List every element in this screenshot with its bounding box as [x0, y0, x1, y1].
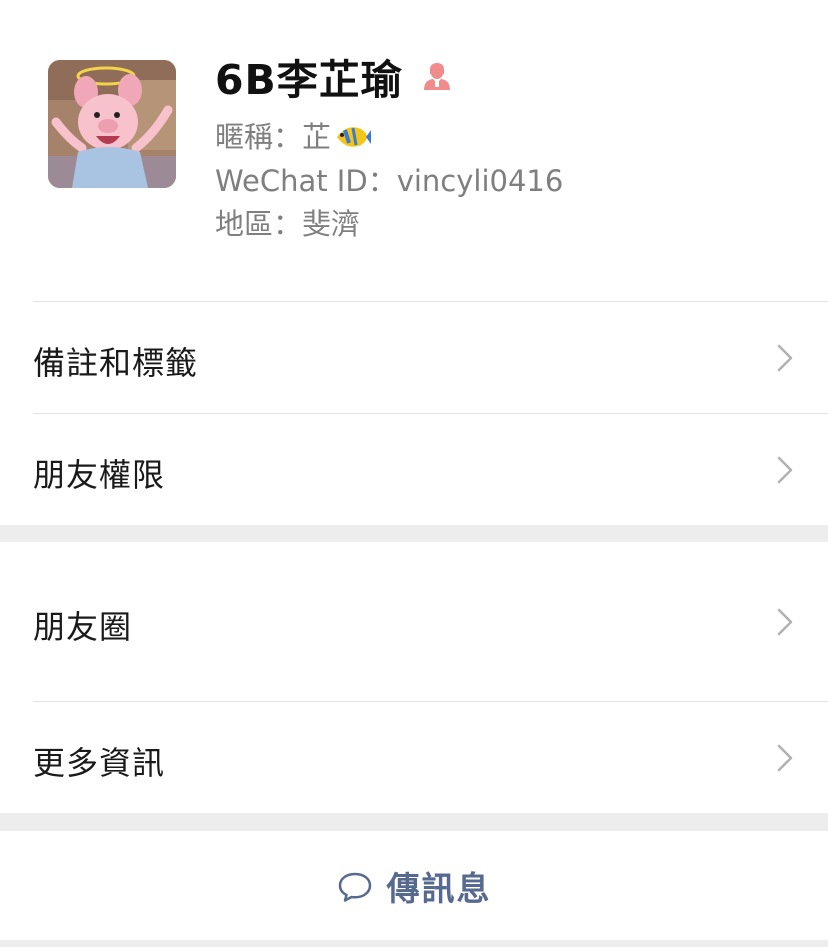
wechat-id-value: vincyli0416 [396, 164, 564, 198]
chat-bubble-icon [338, 872, 371, 902]
name-row: 6B李芷瑜 [215, 50, 453, 104]
region-line: 地區：斐濟 [215, 201, 360, 243]
tropical-fish-emoji [333, 121, 372, 160]
profile-header: 6B李芷瑜 暱稱：芷 WeChat ID：vincyli0416 地區：斐濟 [0, 0, 828, 302]
chevron-right-icon [777, 456, 793, 484]
region-label: 地區： [215, 207, 303, 241]
menu-label-more-info: 更多資訊 [33, 744, 166, 782]
nickname-line: 暱稱：芷 [215, 114, 372, 160]
menu-label-moments: 朋友圈 [33, 608, 133, 646]
contact-name: 6B李芷瑜 [215, 56, 403, 104]
chevron-right-icon [777, 744, 793, 772]
menu-row-friend-permissions[interactable]: 朋友權限 [0, 414, 828, 525]
send-message-button[interactable]: 傳訊息 [0, 831, 828, 940]
nickname-label: 暱稱： [215, 120, 303, 154]
avatar[interactable] [48, 60, 176, 188]
menu-row-remarks-tags[interactable]: 備註和標籤 [0, 302, 828, 413]
nickname-value: 芷 [302, 120, 332, 154]
menu-row-moments[interactable]: 朋友圈 [0, 542, 828, 701]
region-value: 斐濟 [302, 207, 361, 241]
avatar-image [48, 60, 176, 188]
settings-group-2: 朋友圈 更多資訊 [0, 542, 828, 813]
chevron-right-icon [777, 608, 793, 636]
wechat-id-label: WeChat ID： [215, 164, 397, 198]
menu-label-remarks-tags: 備註和標籤 [33, 344, 199, 382]
settings-group-1: 備註和標籤 朋友權限 [0, 302, 828, 525]
female-icon [421, 60, 453, 92]
send-message-label: 傳訊息 [386, 868, 492, 908]
menu-row-more-info[interactable]: 更多資訊 [0, 702, 828, 813]
wechat-id-line: WeChat ID：vincyli0416 [215, 158, 563, 200]
chevron-right-icon [777, 344, 793, 372]
menu-label-friend-permissions: 朋友權限 [33, 456, 166, 494]
